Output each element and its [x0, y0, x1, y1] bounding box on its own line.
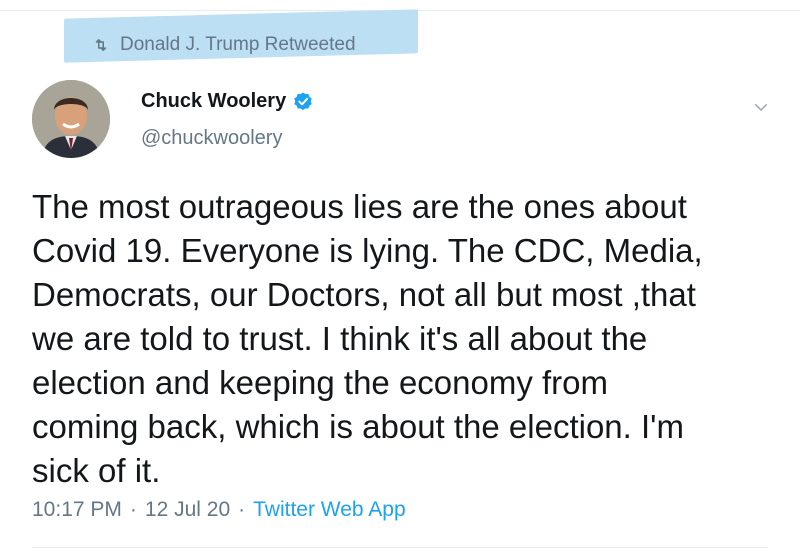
bottom-divider — [32, 547, 768, 548]
avatar[interactable] — [32, 80, 110, 158]
avatar-image — [32, 80, 110, 158]
meta-separator: · — [238, 498, 246, 521]
author-handle[interactable]: @chuckwoolery — [141, 127, 282, 150]
author-name[interactable]: Chuck Woolery — [141, 90, 286, 113]
retweet-icon — [95, 39, 107, 51]
retweet-label: Donald J. Trump Retweeted — [120, 34, 356, 55]
retweet-context[interactable]: Donald J. Trump Retweeted — [92, 34, 356, 56]
tweet-time[interactable]: 10:17 PM — [32, 498, 122, 522]
tweet-date[interactable]: 12 Jul 20 — [145, 498, 230, 522]
tweet-meta: 10:17 PM · 12 Jul 20 · Twitter Web App — [32, 498, 406, 522]
tweet-text: The most outrageous lies are the ones ab… — [32, 188, 703, 489]
verified-badge-icon — [294, 91, 312, 110]
chevron-down-icon[interactable] — [752, 98, 770, 116]
tweet-source-link[interactable]: Twitter Web App — [253, 498, 406, 522]
meta-separator: · — [129, 498, 137, 521]
author-name-row[interactable]: Chuck Woolery — [141, 90, 314, 113]
